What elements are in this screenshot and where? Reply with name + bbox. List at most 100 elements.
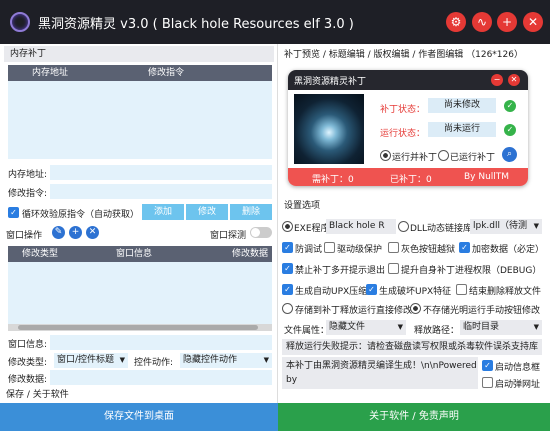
break-upx-checkbox[interactable]: ✓ (366, 284, 377, 295)
manual-button-radio[interactable] (410, 303, 421, 314)
exe-value: Black hole R (329, 221, 385, 231)
patched-running-radio[interactable] (438, 150, 449, 161)
modify-data-input[interactable] (50, 370, 272, 385)
gray-button-checkbox[interactable] (388, 242, 399, 253)
dll-select[interactable]: lpk.dll（待测 ▼ (470, 219, 542, 234)
chevron-down-icon: ▼ (119, 356, 125, 364)
window-table-body[interactable] (8, 262, 272, 324)
patched-running-label: 已运行补丁 (450, 153, 496, 163)
exe-select[interactable]: Black hole R (326, 219, 396, 234)
col-window-info: 窗口信息 (116, 249, 153, 259)
horizontal-scrollbar[interactable] (8, 324, 272, 331)
col-modify-instruction: 修改指令 (148, 68, 185, 78)
edit-icon[interactable]: ✎ (52, 226, 65, 239)
control-action-value: 隐藏控件动作 (183, 355, 238, 365)
release-path-label: 释放路径： (414, 326, 460, 336)
patch-message-input[interactable]: 本补丁由黑洞资源精灵编译生成！\n\nPowered by (282, 357, 478, 389)
modify-button[interactable]: 修改 (186, 204, 228, 220)
window-ops-label: 窗口操作 (6, 231, 43, 241)
col-memory-address: 内存地址 (32, 68, 69, 78)
run-and-patch-radio[interactable] (380, 150, 391, 161)
store-direct-radio[interactable] (282, 303, 293, 314)
author-credit: By NullTM (464, 172, 510, 182)
modify-data-label: 修改数据: (8, 375, 48, 385)
patch-preview-card: 黑洞资源精灵补丁 − ✕ 补丁状态： 尚未修改 ✓ 运行状态： 尚未运行 ✓ 运… (288, 70, 528, 186)
upx-compress-label: 生成自动UPX压缩 (295, 287, 368, 297)
gray-button-label: 灰色按钮越狱 (401, 245, 456, 255)
no-multi-open-checkbox[interactable]: ✓ (282, 263, 293, 274)
add-button[interactable]: 添加 (142, 204, 184, 220)
encrypt-data-label: 加密数据（必定） (472, 245, 545, 255)
control-action-select[interactable]: 隐藏控件动作 ▼ (180, 353, 272, 368)
startup-web-checkbox[interactable] (482, 377, 493, 388)
driver-protect-checkbox[interactable] (324, 242, 335, 253)
startup-web-label: 启动弹网址 (495, 380, 541, 390)
save-about-label: 保存 / 关于软件 (6, 390, 69, 400)
modify-instruction-input[interactable] (50, 184, 272, 199)
settings-header: 设置选项 (284, 201, 321, 211)
dll-value: lpk.dll（待测 (473, 221, 528, 231)
patch-status-value: 尚未修改 (428, 98, 496, 113)
close-icon[interactable]: ✕ (523, 12, 543, 32)
delete-button[interactable]: 删除 (230, 204, 272, 220)
need-patch-count: 需补丁：0 (312, 175, 354, 185)
about-disclaimer-button[interactable]: 关于软件 / 免责声明 (278, 403, 550, 431)
search-icon[interactable]: ⌕ (502, 147, 517, 162)
loop-verify-label: 循环效验原指令（自动获取） (22, 210, 140, 220)
delete-release-checkbox[interactable] (456, 284, 467, 295)
anti-debug-label: 防调试 (295, 245, 323, 255)
anti-debug-checkbox[interactable]: ✓ (282, 242, 293, 253)
check-icon: ✓ (504, 100, 516, 112)
raise-privilege-checkbox[interactable] (388, 263, 399, 274)
col-modify-type: 修改类型 (22, 249, 59, 259)
encrypt-data-checkbox[interactable]: ✓ (459, 242, 470, 253)
run-status-value: 尚未运行 (428, 122, 496, 137)
author-image[interactable] (294, 94, 364, 164)
modify-type-select[interactable]: 窗口/控件标题 ▼ (54, 353, 128, 368)
plus-icon[interactable]: + (497, 12, 517, 32)
upx-compress-checkbox[interactable]: ✓ (282, 284, 293, 295)
exe-radio[interactable] (282, 221, 293, 232)
preview-title: 黑洞资源精灵补丁 (294, 77, 367, 87)
control-action-label: 控件动作: (134, 358, 174, 368)
modify-type-label: 修改类型: (8, 358, 48, 368)
chevron-down-icon: ▼ (397, 323, 403, 331)
dll-radio[interactable] (398, 221, 409, 232)
release-path-select[interactable]: 临时目录 ▼ (460, 320, 542, 335)
memory-address-input[interactable] (50, 165, 272, 180)
startup-info-label: 启动信息框 (495, 363, 541, 373)
window-info-input[interactable] (50, 335, 272, 350)
remove-icon[interactable]: ✕ (86, 226, 99, 239)
add-icon[interactable]: + (69, 226, 82, 239)
driver-protect-label: 驱动级保护 (337, 245, 383, 255)
fail-hint-input[interactable]: 释放运行失败提示：请检查磁盘读写权限或杀毒软件误杀支持库 (282, 339, 542, 355)
modify-type-value: 窗口/控件标题 (57, 355, 115, 365)
preview-header: 补丁预览 / 标题编辑 / 版权编辑 / 作者图编辑 （126*126） (284, 50, 523, 60)
startup-info-checkbox[interactable]: ✓ (482, 360, 493, 371)
window-table-header: 修改类型 窗口信息 修改数据 (8, 246, 272, 262)
window-info-label: 窗口信息: (8, 340, 48, 350)
done-patch-count: 已补丁：0 (390, 175, 432, 185)
gear-icon[interactable]: ⚙ (446, 12, 466, 32)
preview-footer: 需补丁：0 已补丁：0 By NullTM (288, 168, 528, 186)
col-modify-data: 修改数据 (232, 249, 269, 259)
loop-verify-checkbox[interactable]: ✓ (8, 207, 19, 218)
run-and-patch-label: 运行并补丁 (392, 153, 438, 163)
manual-button-label: 不存储光明运行手动按钮修改 (423, 306, 541, 316)
window-title: 黑洞资源精灵 v3.0 ( Black hole Resources elf 3… (38, 17, 354, 32)
pulse-icon[interactable]: ∿ (472, 12, 492, 32)
file-attr-select[interactable]: 隐藏文件 ▼ (326, 320, 406, 335)
memory-table-body[interactable] (8, 81, 272, 159)
chevron-down-icon: ▼ (533, 323, 539, 331)
memory-table-header: 内存地址 修改指令 (8, 65, 272, 81)
minimize-icon[interactable]: − (491, 74, 503, 86)
break-upx-label: 生成破坏UPX特征 (379, 287, 452, 297)
window-detect-toggle[interactable] (250, 227, 272, 238)
chevron-down-icon: ▼ (533, 222, 539, 230)
save-to-desktop-button[interactable]: 保存文件到桌面 (0, 403, 278, 431)
file-attr-label: 文件属性： (284, 326, 330, 336)
close-icon[interactable]: ✕ (508, 74, 520, 86)
chevron-down-icon: ▼ (263, 356, 269, 364)
check-icon: ✓ (504, 124, 516, 136)
release-path-value: 临时目录 (463, 322, 500, 332)
